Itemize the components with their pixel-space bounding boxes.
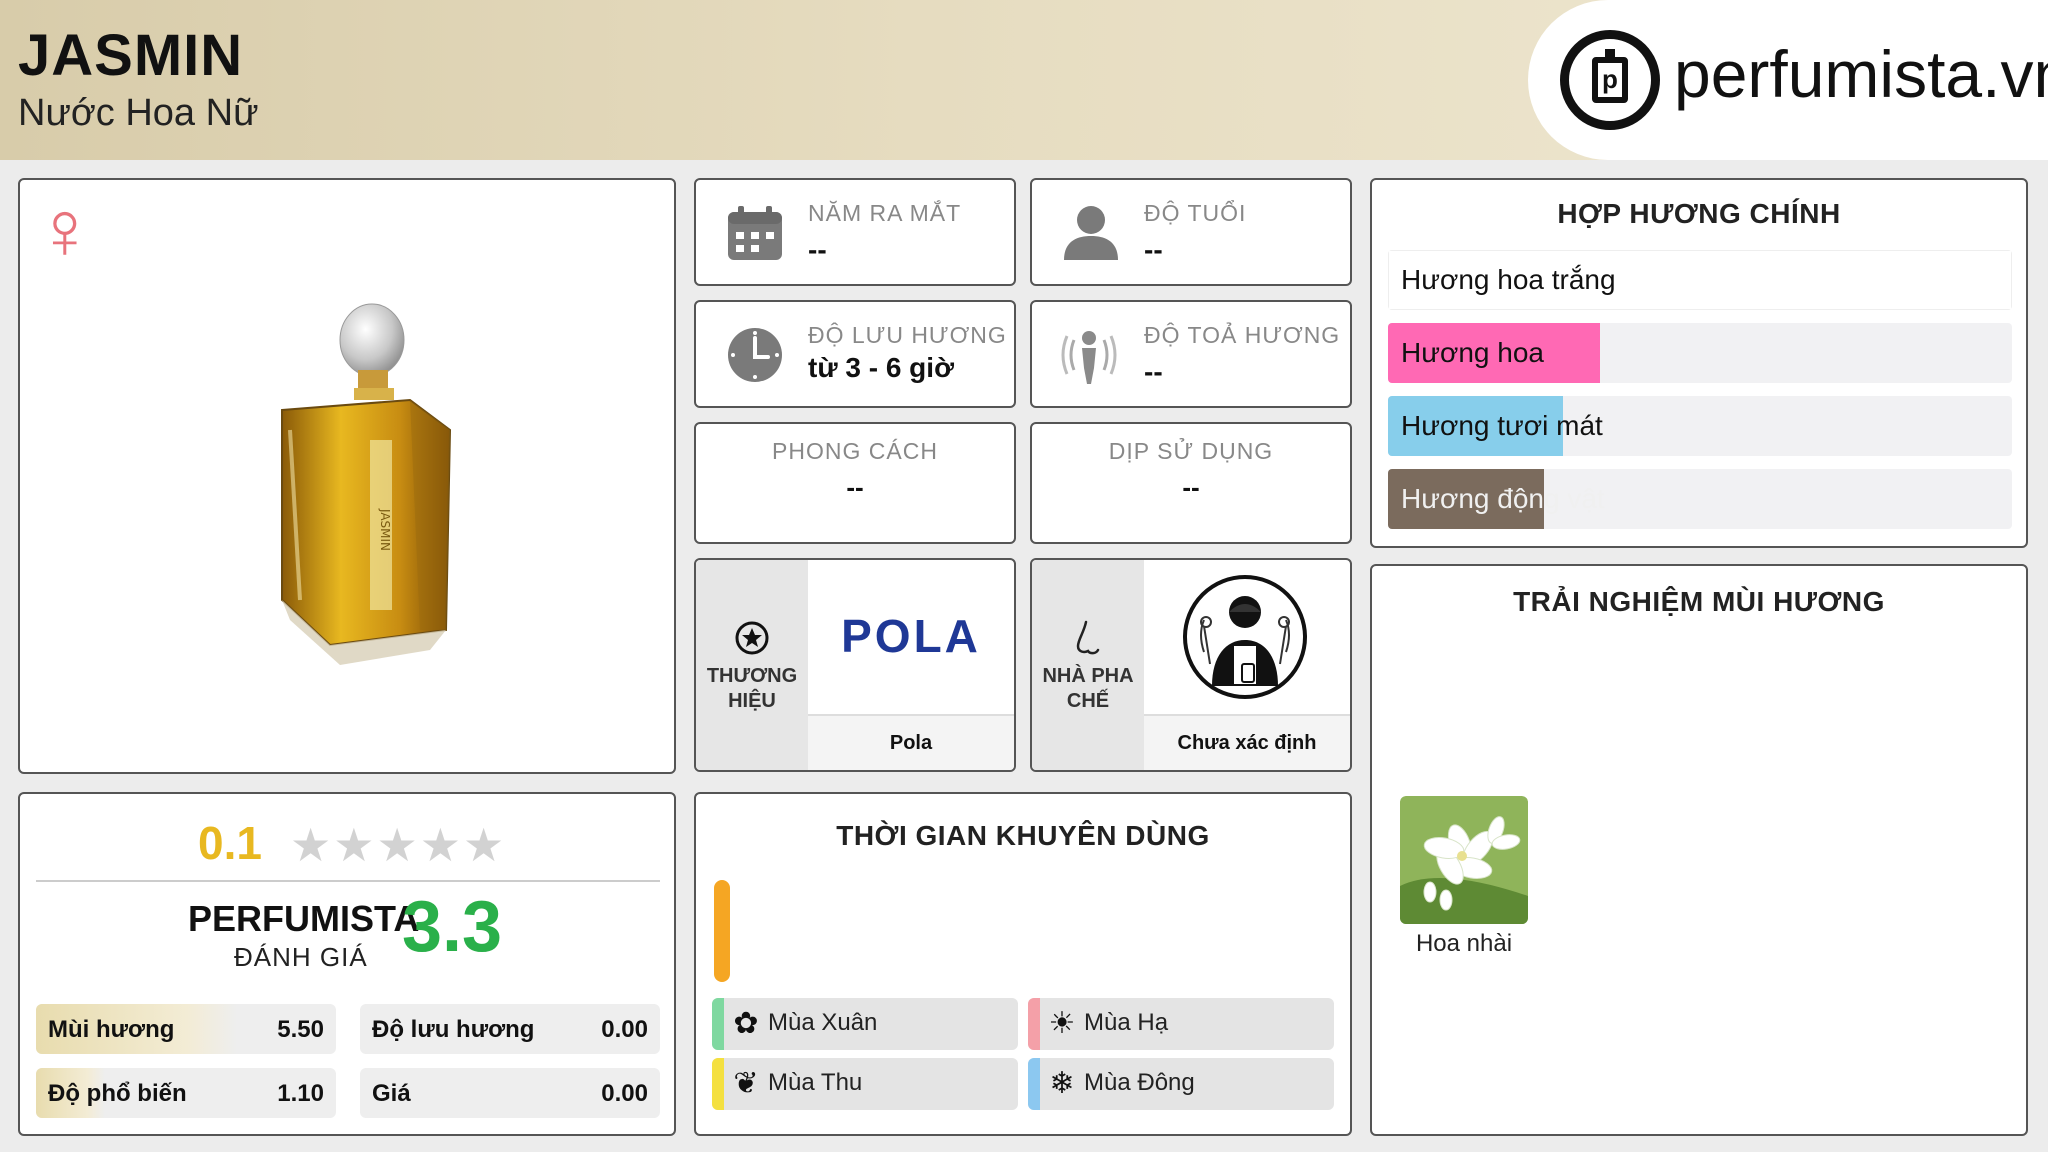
age-card: ĐỘ TUỔI -- bbox=[1030, 178, 1352, 286]
score-row: Giá 0.00 bbox=[360, 1068, 660, 1118]
sillage-value: -- bbox=[1144, 356, 1163, 387]
leaf-icon: ❦ bbox=[733, 1067, 759, 1100]
accord-row: Hương hoa trắng bbox=[1388, 250, 2012, 310]
longevity-value: từ 3 - 6 giờ bbox=[808, 352, 954, 383]
time-title: THỜI GIAN KHUYÊN DÙNG bbox=[836, 820, 1210, 851]
age-value: -- bbox=[1144, 234, 1163, 265]
brand-card[interactable]: THƯƠNG HIỆU POLA Pola bbox=[694, 558, 1016, 772]
scent-experience-card: TRẢI NGHIỆM MÙI HƯƠNG Hoa nhài bbox=[1370, 564, 2028, 1136]
perfumer-avatar-icon bbox=[1183, 575, 1307, 699]
release-year-card: NĂM RA MẮT -- bbox=[694, 178, 1016, 286]
season-item: ☀ Mùa Hạ bbox=[1028, 998, 1334, 1050]
perfumer-name[interactable]: Chưa xác định bbox=[1144, 714, 1350, 770]
style-label: PHONG CÁCH bbox=[772, 438, 938, 464]
season-color-bar bbox=[1028, 998, 1040, 1050]
season-label: Mùa Đông bbox=[1084, 1069, 1195, 1096]
season-item: ✿ Mùa Xuân bbox=[712, 998, 1018, 1050]
score-label: Độ phổ biến bbox=[48, 1080, 187, 1107]
flower-icon: ✿ bbox=[733, 1007, 759, 1040]
divider bbox=[36, 880, 660, 882]
style-value: -- bbox=[846, 472, 864, 502]
longevity-label: ĐỘ LƯU HƯƠNG bbox=[808, 322, 1007, 348]
perfumista-label: PERFUMISTA bbox=[188, 898, 420, 939]
occasion-value: -- bbox=[1182, 472, 1200, 502]
day-night-bar bbox=[714, 880, 730, 982]
perfumer-label: NHÀ PHA CHẾ bbox=[1042, 665, 1134, 712]
accord-label: Hương hoa trắng bbox=[1401, 264, 1616, 295]
jasmine-flower-icon bbox=[1400, 796, 1528, 924]
user-score: 0.1 bbox=[198, 817, 262, 869]
accord-label: Hương tươi mát bbox=[1401, 410, 1603, 441]
main-accords-card: HỢP HƯƠNG CHÍNH Hương hoa trắng Hương hoa… bbox=[1370, 178, 2028, 548]
score-label: Độ lưu hương bbox=[372, 1016, 535, 1043]
brand-name[interactable]: Pola bbox=[808, 714, 1014, 770]
score-row: Độ lưu hương 0.00 bbox=[360, 1004, 660, 1054]
accord-label: Hương động vật bbox=[1401, 483, 1605, 514]
season-color-bar bbox=[712, 998, 724, 1050]
score-value: 1.10 bbox=[277, 1080, 324, 1107]
experience-title: TRẢI NGHIỆM MÙI HƯƠNG bbox=[1513, 586, 1885, 617]
sun-icon: ☀ bbox=[1048, 1007, 1076, 1040]
perfumista-sublabel: ĐÁNH GIÁ bbox=[234, 942, 368, 972]
season-color-bar bbox=[1028, 1058, 1040, 1110]
product-title: JASMIN bbox=[18, 23, 244, 88]
product-subtitle: Nước Hoa Nữ bbox=[18, 92, 259, 134]
season-color-bar bbox=[712, 1058, 724, 1110]
clock-icon bbox=[728, 328, 782, 382]
score-row: Mùi hương 5.50 bbox=[36, 1004, 336, 1054]
product-image-card: ♀ JASMIN bbox=[18, 178, 676, 774]
female-icon: ♀ bbox=[34, 185, 96, 276]
accord-row: Hương động vật bbox=[1388, 469, 2012, 529]
star-rating[interactable]: ★★★★★ bbox=[290, 818, 506, 872]
score-value: 0.00 bbox=[601, 1016, 648, 1043]
season-label: Mùa Hạ bbox=[1084, 1009, 1169, 1036]
accords-title: HỢP HƯƠNG CHÍNH bbox=[1557, 198, 1841, 229]
season-item: ❄ Mùa Đông bbox=[1028, 1058, 1334, 1110]
brand-logo[interactable]: POLA bbox=[808, 560, 1014, 712]
recommended-time-card: THỜI GIAN KHUYÊN DÙNG ✿ Mùa Xuân ☀ Mùa Hạ ❦ M… bbox=[694, 792, 1352, 1136]
score-label: Giá bbox=[372, 1080, 411, 1107]
sillage-icon bbox=[1061, 331, 1117, 384]
perfumer-card[interactable]: NHÀ PHA CHẾ Chưa xác định bbox=[1030, 558, 1352, 772]
product-bottle-image: JASMIN bbox=[281, 303, 452, 665]
occasion-card: DỊP SỬ DỤNG -- bbox=[1030, 422, 1352, 544]
sillage-label: ĐỘ TOẢ HƯƠNG bbox=[1144, 322, 1341, 348]
release-year-label: NĂM RA MẮT bbox=[808, 200, 962, 226]
style-card: PHONG CÁCH -- bbox=[694, 422, 1016, 544]
site-logo[interactable]: p perfumista.vn bbox=[1528, 0, 2048, 160]
season-item: ❦ Mùa Thu bbox=[712, 1058, 1018, 1110]
note-label: Hoa nhài bbox=[1415, 930, 1513, 957]
person-icon bbox=[1064, 206, 1118, 260]
perfume-bottle-logo-icon: p bbox=[1560, 30, 1660, 130]
rating-card: 0.1 ★★★★★ PERFUMISTA ĐÁNH GIÁ 3.3 Mùi hư… bbox=[18, 792, 676, 1136]
season-label: Mùa Xuân bbox=[768, 1009, 878, 1036]
nose-icon bbox=[1076, 620, 1100, 655]
accord-row: Hương tươi mát bbox=[1388, 396, 2012, 456]
calendar-icon bbox=[728, 206, 782, 260]
longevity-card: ĐỘ LƯU HƯƠNG từ 3 - 6 giờ bbox=[694, 300, 1016, 408]
occasion-label: DỊP SỬ DỤNG bbox=[1108, 438, 1274, 464]
note-item-jasmine[interactable]: Hoa nhài bbox=[1400, 796, 1530, 958]
page-header: JASMIN Nước Hoa Nữ p perfumista.vn bbox=[0, 0, 2048, 160]
brand-label: THƯƠNG HIỆU bbox=[706, 665, 798, 712]
score-value: 0.00 bbox=[601, 1080, 648, 1107]
age-label: ĐỘ TUỔI bbox=[1144, 200, 1247, 226]
logo-text: perfumista.vn bbox=[1674, 37, 2048, 111]
score-value: 5.50 bbox=[277, 1016, 324, 1043]
score-row: Độ phổ biến 1.10 bbox=[36, 1068, 336, 1118]
snowflake-icon: ❄ bbox=[1049, 1067, 1075, 1100]
season-label: Mùa Thu bbox=[768, 1069, 863, 1096]
accord-row: Hương hoa bbox=[1388, 323, 2012, 383]
sillage-card: ĐỘ TOẢ HƯƠNG -- bbox=[1030, 300, 1352, 408]
accord-label: Hương hoa bbox=[1401, 337, 1544, 368]
svg-text:JASMIN: JASMIN bbox=[378, 508, 392, 551]
score-label: Mùi hương bbox=[48, 1016, 175, 1043]
release-year-value: -- bbox=[808, 234, 827, 265]
star-badge-icon bbox=[735, 621, 769, 655]
perfumista-score: 3.3 bbox=[402, 887, 503, 967]
